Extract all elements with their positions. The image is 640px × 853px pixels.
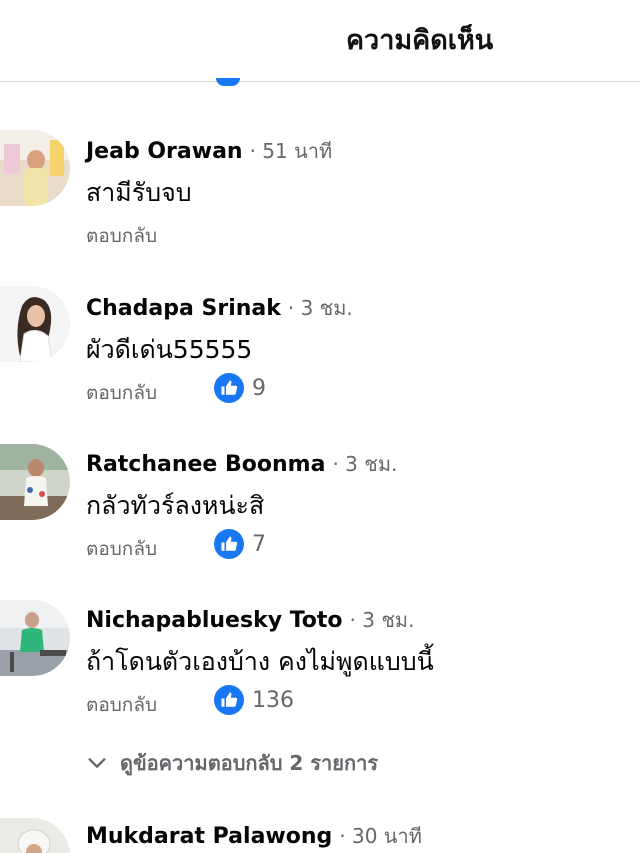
page-title: ความคิดเห็น (346, 25, 494, 56)
chevron-down-icon (88, 758, 106, 768)
comment-header: Jeab Orawan · 51 นาที (86, 135, 332, 167)
comment-text: สามีรับจบ (86, 178, 192, 207)
reply-button[interactable]: ตอบกลับ (86, 534, 157, 564)
comment-text: กลัวทัวร์ลงหน่ะสิ (86, 491, 265, 520)
comment-header: Nichapabluesky Toto · 3 ชม. (86, 604, 414, 636)
avatar[interactable] (0, 600, 70, 676)
commenter-name[interactable]: Nichapabluesky Toto (86, 608, 343, 633)
commenter-name[interactable]: Mukdarat Palawong (86, 824, 332, 849)
commenter-name[interactable]: Chadapa Srinak (86, 296, 281, 321)
comments-header: ความคิดเห็น (0, 0, 640, 86)
comment-time: · 3 ชม. (349, 608, 415, 632)
commenter-name[interactable]: Ratchanee Boonma (86, 452, 325, 477)
comment-text: ถ้าโดนตัวเองบ้าง คงไม่พูดแบบนี้ (86, 647, 434, 676)
comment-time: · 51 นาที (249, 139, 333, 163)
comment-header: Mukdarat Palawong · 30 นาที (86, 820, 422, 852)
reply-button[interactable]: ตอบกลับ (86, 690, 157, 720)
avatar[interactable] (0, 286, 70, 362)
avatar[interactable] (0, 444, 70, 520)
like-count: 9 (252, 375, 266, 401)
thumbs-up-icon (214, 685, 244, 715)
comment-text: ผัวดีเด่น55555 (86, 335, 253, 364)
comment-header: Chadapa Srinak · 3 ชม. (86, 292, 353, 324)
comment-time: · 3 ชม. (287, 296, 353, 320)
like-summary[interactable]: 136 (214, 684, 294, 716)
avatar[interactable] (0, 130, 70, 206)
like-count: 7 (252, 531, 266, 557)
commenter-name[interactable]: Jeab Orawan (86, 139, 243, 164)
view-replies-button[interactable]: ดูข้อความตอบกลับ 2 รายการ (86, 748, 378, 778)
thumbs-up-icon (214, 529, 244, 559)
reply-button[interactable]: ตอบกลับ (86, 378, 157, 408)
avatar[interactable] (0, 818, 70, 853)
comment-header: Ratchanee Boonma · 3 ชม. (86, 448, 397, 480)
comment-time: · 3 ชม. (332, 452, 398, 476)
thumbs-up-icon (214, 373, 244, 403)
like-summary[interactable]: 7 (214, 528, 266, 560)
like-count: 136 (252, 687, 294, 713)
reaction-badge-icon (216, 78, 240, 86)
view-replies-label: ดูข้อความตอบกลับ 2 รายการ (120, 751, 379, 775)
like-summary[interactable]: 9 (214, 372, 266, 404)
reply-button[interactable]: ตอบกลับ (86, 221, 157, 251)
comment-time: · 30 นาที (339, 824, 422, 848)
